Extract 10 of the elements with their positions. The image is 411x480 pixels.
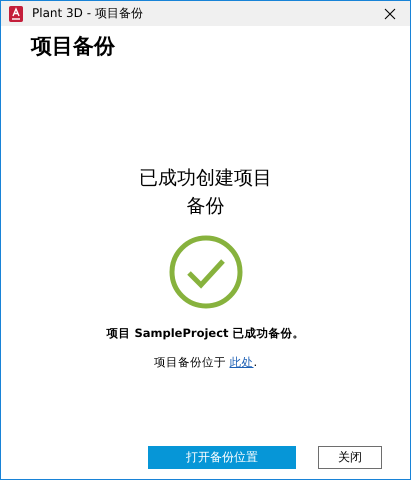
backup-location-text: 项目备份位于 此处. bbox=[154, 355, 258, 370]
page-heading: 项目备份 bbox=[31, 33, 115, 60]
success-check-icon bbox=[168, 235, 242, 309]
open-location-button[interactable]: 打开备份位置 bbox=[148, 446, 296, 469]
close-button[interactable]: 关闭 bbox=[318, 446, 382, 469]
window-title: Plant 3D - 项目备份 bbox=[32, 5, 144, 22]
success-title: 已成功创建项目备份 bbox=[138, 166, 273, 219]
location-link[interactable]: 此处 bbox=[230, 355, 254, 369]
app-logo-icon bbox=[8, 6, 24, 22]
success-message: 项目 SampleProject 已成功备份。 bbox=[106, 326, 305, 341]
